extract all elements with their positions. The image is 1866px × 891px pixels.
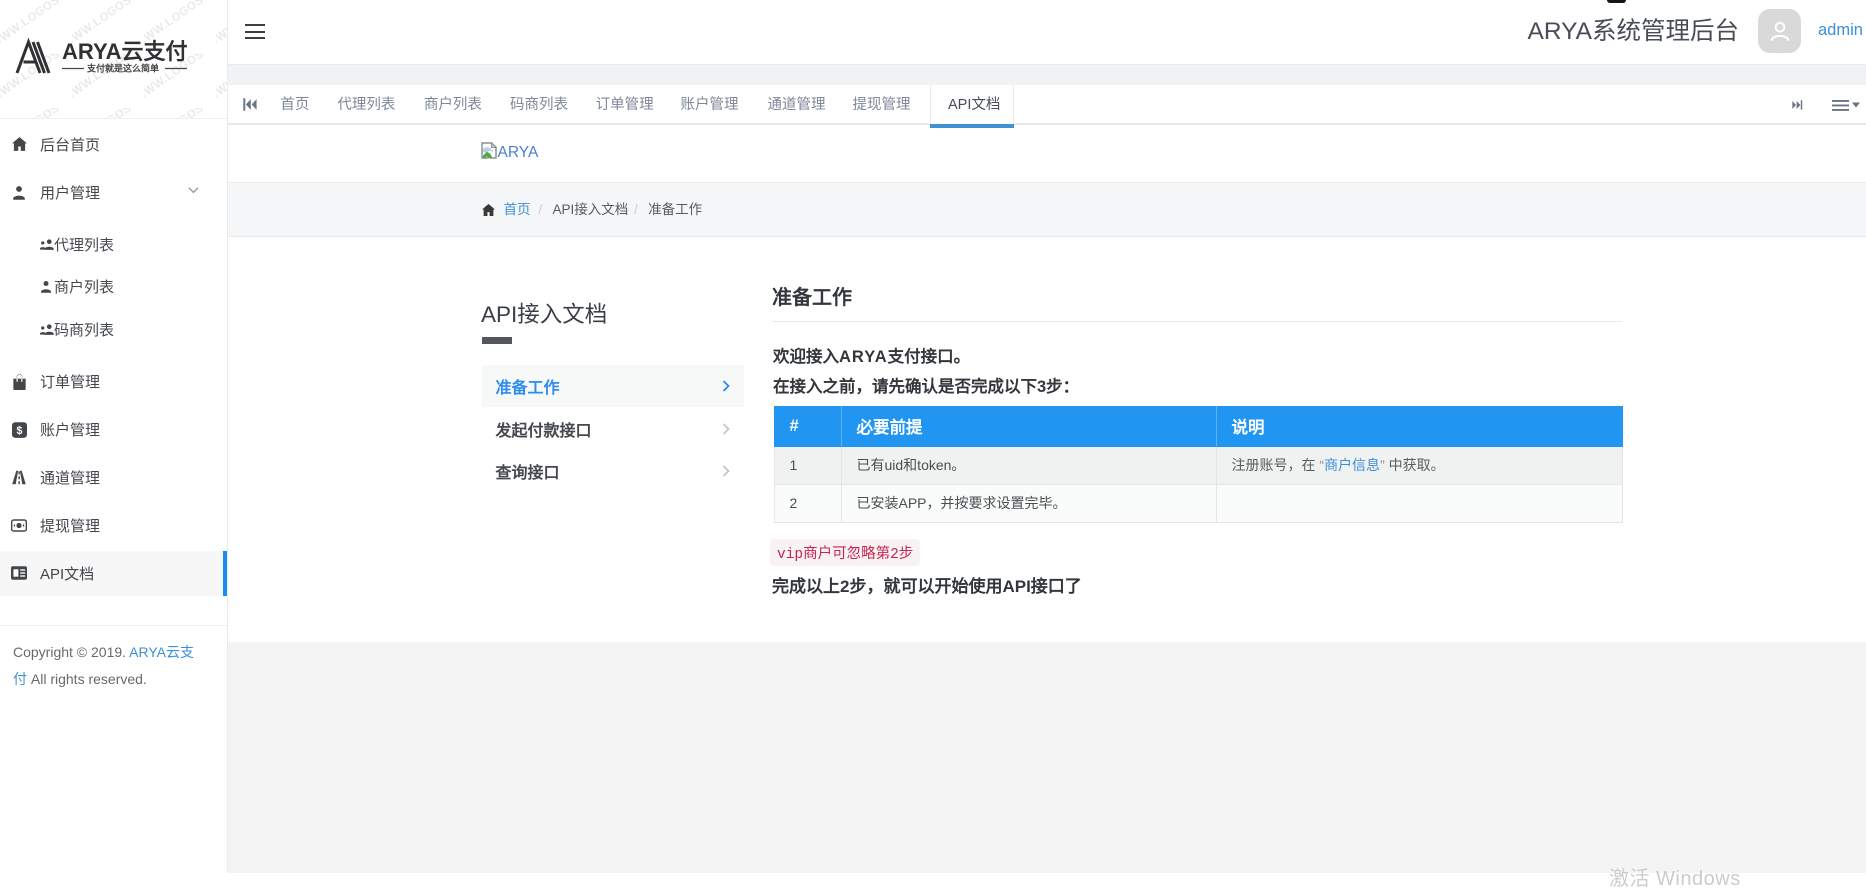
svg-text:ARYA云支付: ARYA云支付 <box>62 39 188 64</box>
svg-text:$: $ <box>16 424 22 436</box>
svg-text:支付就是这么简单: 支付就是这么简单 <box>86 63 159 74</box>
